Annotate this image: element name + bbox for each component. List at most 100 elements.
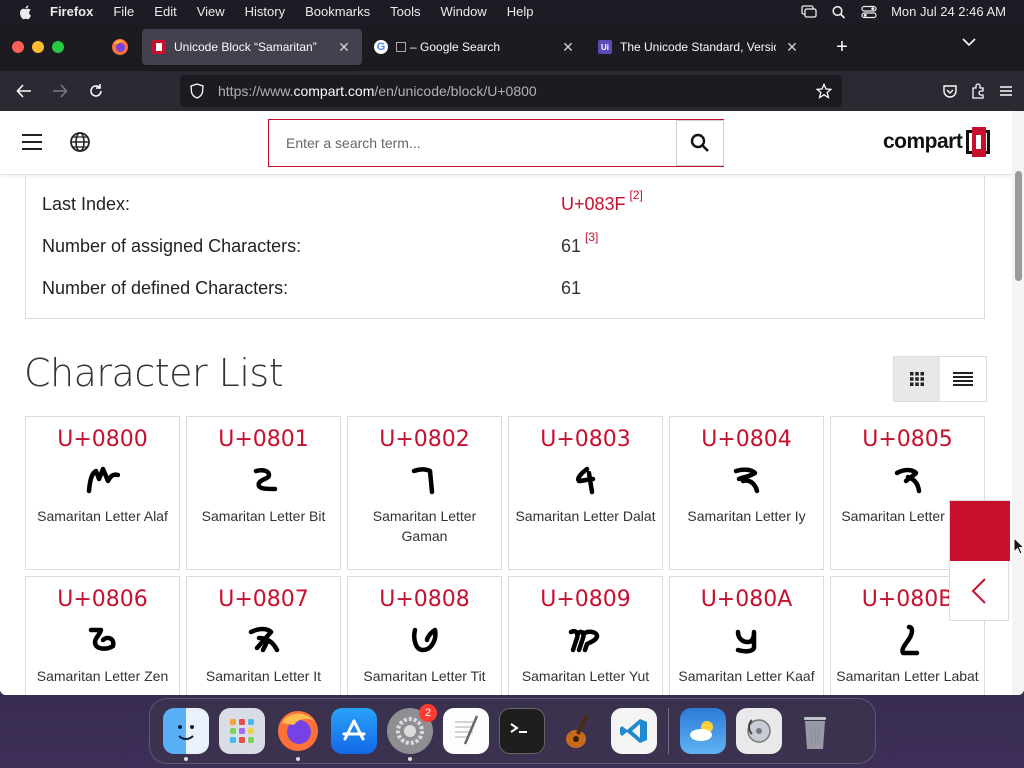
character-glyph: [187, 620, 340, 660]
bookmark-star-icon[interactable]: [816, 83, 832, 99]
trash-icon[interactable]: [792, 708, 838, 754]
side-panel-tab[interactable]: [950, 501, 1010, 561]
character-glyph: [348, 460, 501, 500]
character-card[interactable]: U+0804 Samaritan Letter Iy: [669, 416, 824, 570]
new-tab-icon[interactable]: +: [830, 36, 854, 59]
character-code: U+0806: [57, 587, 148, 612]
url-prefix: https://www.: [218, 83, 294, 99]
menu-window[interactable]: Window: [441, 4, 487, 19]
floating-side-panel: [949, 500, 1010, 621]
back-button[interactable]: [10, 77, 38, 105]
list-view-button[interactable]: [940, 357, 986, 401]
menu-history[interactable]: History: [245, 4, 285, 19]
tab-unicode-standard[interactable]: Ui The Unicode Standard, Version ✕: [588, 29, 810, 65]
pocket-icon[interactable]: [942, 83, 958, 99]
character-glyph: [26, 460, 179, 500]
character-card[interactable]: U+0808 Samaritan Letter Tit: [347, 576, 502, 695]
app-store-icon[interactable]: [331, 708, 377, 754]
garageband-icon[interactable]: [555, 708, 601, 754]
close-tab-icon[interactable]: ✕: [336, 39, 352, 56]
compart-logo[interactable]: compart: [883, 127, 996, 157]
character-name: Samaritan Letter It: [205, 668, 322, 684]
menu-edit[interactable]: Edit: [154, 4, 176, 19]
character-name: Samaritan Letter Gaman: [372, 508, 477, 544]
tab-samaritan[interactable]: Unicode Block “Samaritan” ✕: [142, 29, 362, 65]
back-to-previous-button[interactable]: [950, 561, 1008, 621]
character-glyph: [509, 460, 662, 500]
vscode-icon[interactable]: [611, 708, 657, 754]
character-card[interactable]: U+0800 Samaritan Letter Alaf: [25, 416, 180, 570]
spotlight-search-icon[interactable]: [831, 5, 847, 19]
close-tab-icon[interactable]: ✕: [784, 39, 800, 56]
textedit-icon[interactable]: [443, 708, 489, 754]
system-settings-icon[interactable]: 2: [387, 704, 437, 761]
character-card[interactable]: U+080A Samaritan Letter Kaaf: [669, 576, 824, 695]
footnote-ref[interactable]: [2]: [630, 188, 643, 202]
character-card[interactable]: U+0803 Samaritan Letter Dalat: [508, 416, 663, 570]
finder-icon[interactable]: [163, 708, 209, 761]
last-index-link[interactable]: U+083F: [561, 194, 626, 214]
running-indicator: [408, 757, 412, 761]
character-card[interactable]: U+0807 Samaritan Letter It: [186, 576, 341, 695]
language-globe-icon[interactable]: [69, 131, 91, 153]
menu-tools[interactable]: Tools: [390, 4, 420, 19]
character-card[interactable]: U+0806 Samaritan Letter Zen: [25, 576, 180, 695]
footnote-ref[interactable]: [3]: [585, 230, 598, 244]
info-value-last-index[interactable]: U+083F [2]: [561, 188, 643, 215]
character-code: U+0807: [218, 587, 309, 612]
minimize-window-button[interactable]: [32, 41, 44, 53]
apple-menu-icon[interactable]: [18, 4, 34, 20]
menu-app-name[interactable]: Firefox: [50, 4, 93, 19]
menu-bar: Firefox File Edit View History Bookmarks…: [0, 0, 1024, 23]
menu-view[interactable]: View: [197, 4, 225, 19]
list-all-tabs-icon[interactable]: [962, 37, 976, 47]
tracking-protection-shield-icon[interactable]: [190, 83, 204, 99]
firefox-dock-icon[interactable]: [275, 708, 321, 761]
screen-mirroring-icon[interactable]: [801, 4, 817, 19]
scrollbar-thumb[interactable]: [1015, 171, 1022, 281]
google-favicon-icon: G: [374, 40, 388, 54]
extensions-icon[interactable]: [970, 83, 986, 99]
block-info-table: Last Index: U+083F [2] Number of assigned…: [25, 176, 985, 319]
grid-view-icon: [910, 372, 924, 386]
launchpad-icon[interactable]: [219, 708, 265, 754]
character-glyph: [26, 620, 179, 660]
tab-google-search[interactable]: G – Google Search ✕: [364, 29, 586, 65]
url-text[interactable]: https://www.compart.com/en/unicode/block…: [218, 83, 816, 99]
forward-button[interactable]: [46, 77, 74, 105]
menu-help[interactable]: Help: [507, 4, 534, 19]
firefox-view-icon[interactable]: [106, 33, 134, 61]
character-card[interactable]: U+0801 Samaritan Letter Bit: [186, 416, 341, 570]
hamburger-menu-icon[interactable]: [22, 134, 42, 150]
disk-utility-icon[interactable]: [736, 708, 782, 754]
character-card[interactable]: U+0809 Samaritan Letter Yut: [508, 576, 663, 695]
menu-file[interactable]: File: [113, 4, 134, 19]
character-code: U+0809: [540, 587, 631, 612]
character-list-heading: Character List: [24, 351, 284, 395]
search-button[interactable]: [676, 120, 724, 166]
url-path: /en/unicode/block/U+0800: [374, 83, 537, 99]
weather-icon[interactable]: [680, 708, 726, 754]
close-tab-icon[interactable]: ✕: [560, 39, 576, 56]
view-toggle: [893, 356, 987, 402]
url-bar[interactable]: https://www.compart.com/en/unicode/block…: [180, 75, 842, 107]
character-code: U+0802: [379, 427, 470, 452]
reload-button[interactable]: [82, 77, 110, 105]
fullscreen-window-button[interactable]: [52, 41, 64, 53]
character-code: U+0803: [540, 427, 631, 452]
grid-view-button[interactable]: [894, 357, 940, 401]
menubar-clock[interactable]: Mon Jul 24 2:46 AM: [891, 4, 1006, 19]
terminal-icon[interactable]: [499, 708, 545, 754]
reload-icon: [90, 84, 102, 97]
character-glyph: [831, 460, 984, 500]
character-card[interactable]: U+0802 Samaritan Letter Gaman: [347, 416, 502, 570]
character-name: Samaritan Letter Tit: [363, 668, 486, 684]
app-menu-icon[interactable]: [998, 83, 1014, 99]
close-window-button[interactable]: [12, 41, 24, 53]
tab-title: The Unicode Standard, Version: [620, 40, 776, 54]
compart-logo-mark-icon: [966, 127, 996, 157]
search-input[interactable]: [269, 120, 676, 166]
page-scrollbar[interactable]: [1012, 111, 1024, 695]
control-center-icon[interactable]: [861, 5, 877, 19]
menu-bookmarks[interactable]: Bookmarks: [305, 4, 370, 19]
